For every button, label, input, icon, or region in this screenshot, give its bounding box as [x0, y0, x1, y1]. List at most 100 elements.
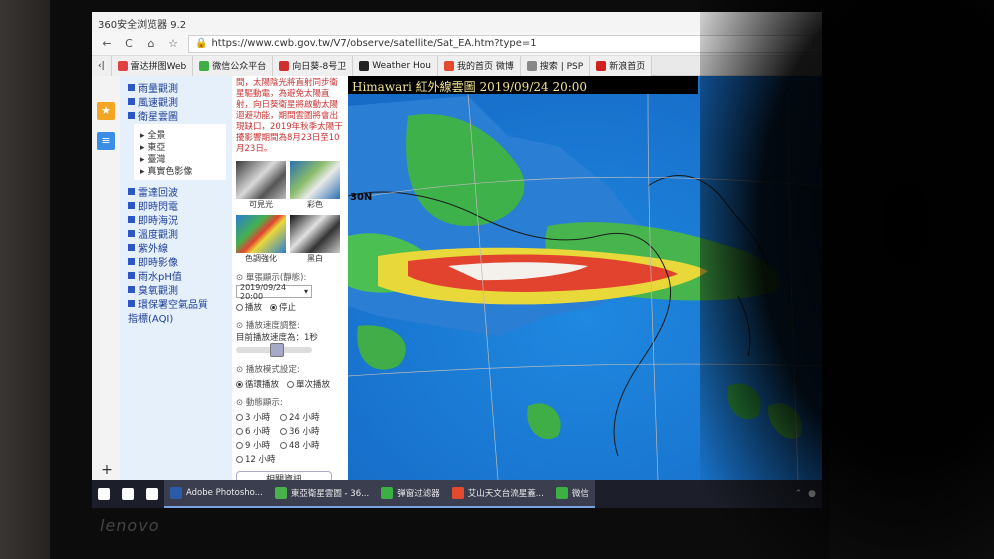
nav-link[interactable]: 即時閃電 — [128, 198, 232, 213]
tray-app-icon[interactable]: ● — [808, 489, 816, 499]
home-icon[interactable]: ⌂ — [144, 37, 158, 50]
nav-link[interactable]: 紫外線 — [128, 240, 232, 255]
nav-link[interactable]: 風速觀測 — [128, 94, 232, 109]
tab-label: 我的首页 微博 — [457, 62, 514, 72]
thumbnail[interactable]: 色調強化 — [236, 215, 286, 265]
stop-radio[interactable]: 停止 — [270, 301, 296, 313]
thumbnail-image — [290, 161, 340, 199]
radio-dot — [280, 413, 287, 421]
nav-link[interactable]: 雷達回波 — [128, 184, 232, 199]
nav-link[interactable]: 即時海況 — [128, 212, 232, 227]
speed-slider[interactable] — [236, 343, 312, 357]
address-bar[interactable]: 🔒 https://www.cwb.gov.tw/V7/observe/sate… — [188, 34, 814, 53]
nav-link[interactable]: 環保署空氣品質 — [128, 296, 232, 311]
thumbnail[interactable]: 可見光 — [236, 161, 286, 211]
nav-link-label: 雷達回波 — [138, 187, 178, 199]
taskbar-task-view[interactable] — [140, 480, 164, 508]
browser-tab[interactable]: 新浪首页 — [590, 55, 653, 76]
taskbar-photoshop[interactable]: Adobe Photosho... — [164, 480, 269, 508]
nav-link[interactable]: 衛星雲圖 — [128, 108, 232, 123]
submenu-item[interactable]: ▸ 全景 — [140, 128, 220, 141]
hours-radio[interactable]: 9 小時 — [236, 439, 280, 451]
taskbar-popup-filter[interactable]: 弹窗过滤器 — [375, 480, 446, 508]
tab-favicon-icon — [359, 60, 370, 71]
notes-icon[interactable]: ≡ — [97, 132, 115, 150]
browser-tab[interactable]: 雷达拼图Web — [111, 55, 194, 76]
hours-options: 3 小時 24 小時 6 小時 36 小時 9 小時 48 小時 12 小時 — [236, 411, 344, 465]
browser-tab[interactable]: 我的首页 微博 — [438, 55, 521, 76]
star-icon[interactable]: ☆ — [166, 37, 180, 50]
search-icon — [122, 488, 134, 500]
solar-notice: 間，太陽陰光將直射同步衛星驅動電，為避免太陽直射，向日葵衛星將啟動太陽迴避功能，… — [236, 78, 343, 154]
satellite-map: Himawari 紅外線雲圖 2019/09/24 20:00 30N — [348, 76, 822, 480]
satellite-submenu: ▸ 全景 ▸ 東亞 ▸ 臺灣 ▸ 真實色影像 — [134, 124, 226, 180]
nav-link-label: 雨量觀測 — [138, 83, 178, 95]
bullet-icon — [128, 215, 135, 223]
browser-tab[interactable]: 微信公众平台 — [193, 55, 274, 76]
lock-icon: 🔒 — [195, 38, 208, 49]
screen: 360安全浏览器 9.2 ← C ⌂ ☆ 🔒 https://www.cwb.g… — [92, 12, 822, 508]
browser-sidebar: ★ ≡ + — [92, 76, 120, 480]
taskbar-label: 東亞衛星雲圖 - 36... — [290, 489, 370, 499]
tab-back-icon[interactable]: ‹| — [92, 55, 112, 76]
taskbar-browser-360[interactable]: 東亞衛星雲圖 - 36... — [268, 480, 376, 508]
tray-arrow-icon[interactable]: ⌃ — [795, 489, 803, 499]
nav-link-label: 衛星雲圖 — [138, 111, 178, 123]
refresh-icon[interactable]: C — [122, 37, 136, 50]
radio-dot — [236, 455, 243, 463]
thumbnail-image — [236, 215, 286, 253]
taskbar-windows-start[interactable] — [92, 480, 116, 508]
submenu-item[interactable]: ▸ 臺灣 — [140, 152, 220, 165]
nav-link[interactable]: 臭氧觀測 — [128, 282, 232, 297]
radio-dot — [280, 441, 287, 449]
play-radio[interactable]: 播放 — [236, 301, 262, 313]
hours-label: 3 小時 — [245, 413, 271, 423]
favorites-star-icon[interactable]: ★ — [97, 102, 115, 120]
submenu-item[interactable]: ▸ 東亞 — [140, 140, 220, 153]
speed-text: 目前播放速度為：1秒 — [236, 333, 318, 343]
tab-favicon-icon — [117, 60, 128, 71]
thumbnail[interactable]: 彩色 — [290, 161, 340, 211]
nav-link[interactable]: 雨水pH值 — [128, 268, 232, 283]
hours-radio[interactable]: 36 小時 — [280, 425, 324, 437]
hours-label: 6 小時 — [245, 427, 271, 437]
nav-link[interactable]: 溫度觀測 — [128, 226, 232, 241]
hours-radio[interactable]: 48 小時 — [280, 439, 324, 451]
system-tray[interactable]: ⌃ ● — [795, 489, 822, 499]
hours-radio[interactable]: 24 小時 — [280, 411, 324, 423]
nav-link-continuation[interactable]: 指標(AQI) — [128, 310, 232, 325]
time-select[interactable]: 2019/09/24 20:00 ▾ — [236, 283, 312, 301]
taskbar-wechat[interactable]: 微信 — [549, 480, 595, 508]
nav-link[interactable]: 即時影像 — [128, 254, 232, 269]
popup-filter-icon — [381, 487, 394, 499]
back-icon[interactable]: ← — [100, 37, 114, 50]
taskbar-search[interactable] — [116, 480, 140, 508]
hours-radio[interactable]: 12 小時 — [236, 453, 280, 465]
nav-link-label: 臭氧觀測 — [138, 285, 178, 297]
thumbnail-caption: 可見光 — [249, 200, 273, 209]
wechat-icon — [555, 487, 568, 499]
submenu-item[interactable]: ▸ 真實色影像 — [140, 164, 220, 177]
thumbnail[interactable]: 黑白 — [290, 215, 340, 265]
page-content: ★ ≡ + 雨量觀測 風速觀測 衛星雲圖 ▸ 全景 ▸ 東亞 ▸ 臺灣 ▸ 真實色影像 雷達回… — [92, 76, 822, 485]
nav-link-label: 溫度觀測 — [138, 229, 178, 241]
slider-handle[interactable] — [270, 343, 285, 357]
loop-radio[interactable]: 循環播放 — [236, 378, 279, 390]
tab-favicon-icon — [526, 60, 537, 71]
hours-radio[interactable]: 6 小時 — [236, 425, 280, 437]
nav-link-label: 環保署空氣品質 — [138, 299, 208, 311]
hours-radio[interactable]: 3 小時 — [236, 411, 280, 423]
nav-link-label: 即時海況 — [138, 215, 178, 227]
add-icon[interactable]: + — [100, 462, 114, 478]
browser-tab[interactable]: 搜索 | PSP — [520, 55, 591, 76]
browser-tab[interactable]: 向日葵-8号卫 — [273, 55, 354, 76]
taskbar-weibo[interactable]: 艾山天文台流星蓋... — [445, 480, 550, 508]
taskbar-label: Adobe Photosho... — [186, 488, 263, 498]
once-radio[interactable]: 單次播放 — [287, 378, 330, 390]
radio-dot — [236, 441, 243, 449]
browser-tab[interactable]: Weather Hou — [353, 55, 438, 76]
nav-link[interactable]: 雨量觀測 — [128, 80, 232, 95]
bullet-icon — [128, 243, 135, 251]
hours-label: 36 小時 — [289, 427, 320, 437]
tab-favicon-icon — [199, 60, 210, 71]
